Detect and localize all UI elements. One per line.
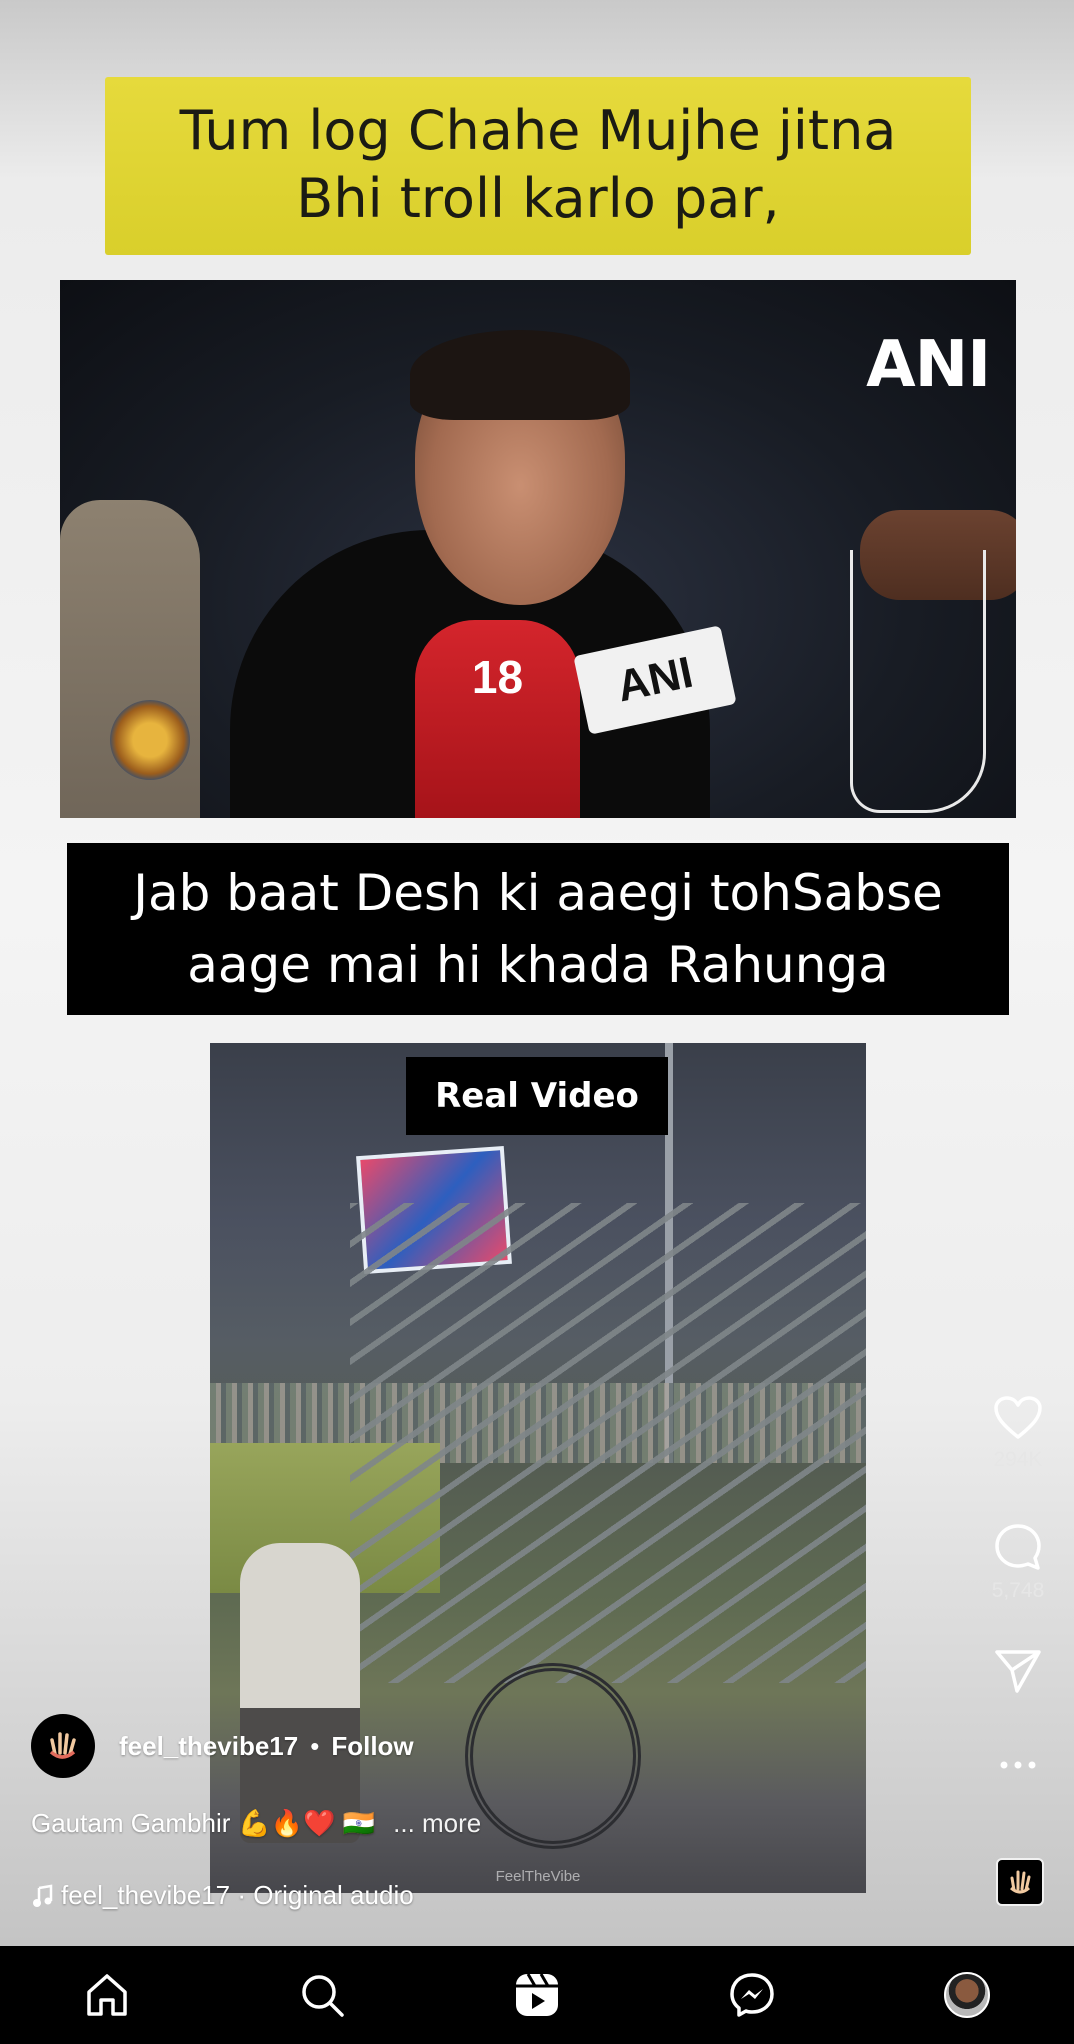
- share-control[interactable]: [962, 1648, 1074, 1699]
- nav-search[interactable]: [277, 1950, 367, 2040]
- profile-avatar[interactable]: [943, 1972, 990, 2018]
- author-username[interactable]: feel_thevibe17: [119, 1731, 298, 1762]
- comment-control[interactable]: 5,748: [962, 1522, 1074, 1603]
- audio-row[interactable]: feel_thevibe17 · Original audio: [31, 1880, 414, 1911]
- author-row: feel_thevibe17 • Follow: [31, 1713, 414, 1779]
- middle-caption-line-1: Jab baat Desh ki aaegi tohSabse: [133, 864, 943, 922]
- comment-icon[interactable]: [993, 1522, 1043, 1572]
- more-icon[interactable]: [998, 1759, 1038, 1771]
- ani-logo: ANI: [866, 328, 991, 402]
- speaker-hair: [410, 330, 630, 420]
- walking-person: [240, 1543, 360, 1843]
- description-emojis: 💪🔥❤️ 🇮🇳: [238, 1808, 376, 1838]
- nav-reels[interactable]: [492, 1950, 582, 2040]
- messenger-icon[interactable]: [728, 1971, 776, 2019]
- top-caption-line-1: Tum log Chahe Mujhe jitna: [179, 99, 897, 162]
- real-video-label: Real Video: [406, 1057, 668, 1135]
- audio-thumbnail[interactable]: [996, 1858, 1044, 1906]
- middle-caption-line-2: aage mai hi khada Rahunga: [187, 936, 889, 994]
- heart-icon[interactable]: [993, 1395, 1043, 1441]
- more-link[interactable]: ... more: [393, 1808, 481, 1839]
- police-badge: [110, 700, 190, 780]
- like-control[interactable]: 294K: [962, 1395, 1074, 1472]
- middle-caption-box: Jab baat Desh ki aaegi tohSabse aage mai…: [67, 843, 1009, 1015]
- reels-icon[interactable]: [513, 1971, 561, 2019]
- post-description[interactable]: Gautam Gambhir 💪🔥❤️ 🇮🇳 ... more: [31, 1808, 481, 1839]
- bottom-navigation: [0, 1946, 1074, 2044]
- news18-microphone: 18: [415, 620, 580, 818]
- earphone-cable: [850, 550, 986, 813]
- description-text: Gautam Gambhir: [31, 1808, 231, 1838]
- send-icon[interactable]: [993, 1648, 1043, 1694]
- audio-label: feel_thevibe17 · Original audio: [61, 1880, 414, 1910]
- interview-image: 18 ANI ANI: [60, 280, 1016, 818]
- hand-logo-icon: [1010, 1870, 1031, 1894]
- top-caption-line-2: Bhi troll karlo par,: [296, 167, 780, 230]
- search-icon[interactable]: [298, 1971, 346, 2019]
- reel-video[interactable]: Tum log Chahe Mujhe jitna Bhi troll karl…: [0, 0, 1074, 1946]
- hand-logo-icon: [49, 1732, 76, 1759]
- author-avatar[interactable]: [31, 1714, 95, 1778]
- like-count: 294K: [993, 1448, 1043, 1471]
- comment-count: 5,748: [991, 1579, 1045, 1602]
- nav-home[interactable]: [62, 1950, 152, 2040]
- follow-button[interactable]: Follow: [331, 1731, 413, 1762]
- nav-profile[interactable]: [922, 1950, 1012, 2040]
- separator-dot: •: [310, 1730, 320, 1761]
- cable-reels: [465, 1663, 641, 1849]
- home-icon[interactable]: [83, 1972, 131, 2018]
- more-options-control[interactable]: [962, 1758, 1074, 1776]
- nav-messenger[interactable]: [707, 1950, 797, 2040]
- top-caption-banner: Tum log Chahe Mujhe jitna Bhi troll karl…: [105, 77, 971, 255]
- music-note-icon: [33, 1884, 53, 1907]
- stadium-stairs: [350, 1203, 866, 1683]
